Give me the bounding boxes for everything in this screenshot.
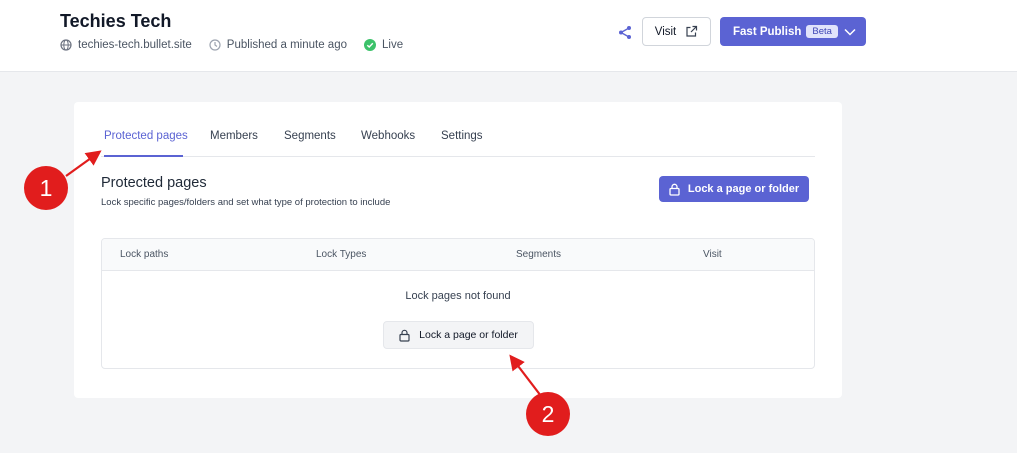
site-domain-text: techies-tech.bullet.site bbox=[78, 39, 192, 51]
section-subtitle: Lock specific pages/folders and set what… bbox=[101, 197, 391, 208]
annotation-badge-2: 2 bbox=[526, 392, 570, 436]
lock-page-button-label: Lock a page or folder bbox=[687, 183, 800, 195]
fast-publish-label: Fast Publish bbox=[733, 25, 802, 38]
visit-button[interactable]: Visit bbox=[642, 17, 711, 46]
annotation-badge-1: 1 bbox=[24, 166, 68, 210]
check-circle-icon bbox=[364, 39, 376, 51]
lock-table: Lock paths Lock Types Segments Visit Loc… bbox=[101, 238, 815, 369]
column-segments: Segments bbox=[516, 249, 562, 260]
empty-lock-page-button-label: Lock a page or folder bbox=[419, 329, 518, 341]
lock-icon bbox=[669, 183, 680, 196]
active-tab-indicator bbox=[104, 155, 183, 157]
site-domain[interactable]: techies-tech.bullet.site bbox=[60, 39, 192, 51]
publish-time-text: Published a minute ago bbox=[226, 39, 347, 51]
share-icon bbox=[619, 25, 631, 39]
external-link-icon bbox=[686, 25, 698, 37]
globe-icon bbox=[60, 39, 72, 51]
share-button[interactable] bbox=[615, 22, 635, 42]
lock-page-button[interactable]: Lock a page or folder bbox=[659, 176, 809, 202]
empty-lock-page-button[interactable]: Lock a page or folder bbox=[383, 321, 534, 349]
column-visit: Visit bbox=[703, 249, 722, 260]
top-bar: Techies Tech techies-tech.bullet.site Pu… bbox=[0, 0, 1017, 72]
fast-publish-button[interactable]: Fast Publish Beta bbox=[720, 17, 866, 46]
tab-protected-pages[interactable]: Protected pages bbox=[104, 130, 188, 142]
table-header: Lock paths Lock Types Segments Visit bbox=[102, 239, 814, 271]
live-status: Live bbox=[364, 39, 403, 51]
live-status-text: Live bbox=[382, 39, 404, 51]
column-lock-paths: Lock paths bbox=[120, 249, 169, 260]
tab-settings[interactable]: Settings bbox=[441, 130, 483, 142]
site-meta: techies-tech.bullet.site Published a min… bbox=[60, 39, 420, 51]
settings-card: Protected pages Members Segments Webhook… bbox=[74, 102, 842, 398]
tab-webhooks[interactable]: Webhooks bbox=[361, 130, 415, 142]
clock-icon bbox=[209, 39, 221, 51]
visit-label: Visit bbox=[654, 25, 677, 38]
publish-time: Published a minute ago bbox=[209, 39, 347, 51]
chevron-down-icon bbox=[844, 28, 856, 36]
tab-bar: Protected pages Members Segments Webhook… bbox=[101, 102, 815, 157]
lock-icon bbox=[399, 329, 410, 342]
section-title: Protected pages bbox=[101, 175, 207, 191]
tab-segments[interactable]: Segments bbox=[284, 130, 336, 142]
empty-state-text: Lock pages not found bbox=[405, 290, 511, 302]
publish-dropdown-toggle[interactable] bbox=[834, 17, 866, 46]
site-title: Techies Tech bbox=[60, 11, 172, 31]
column-lock-types: Lock Types bbox=[316, 249, 367, 260]
tab-members[interactable]: Members bbox=[210, 130, 258, 142]
